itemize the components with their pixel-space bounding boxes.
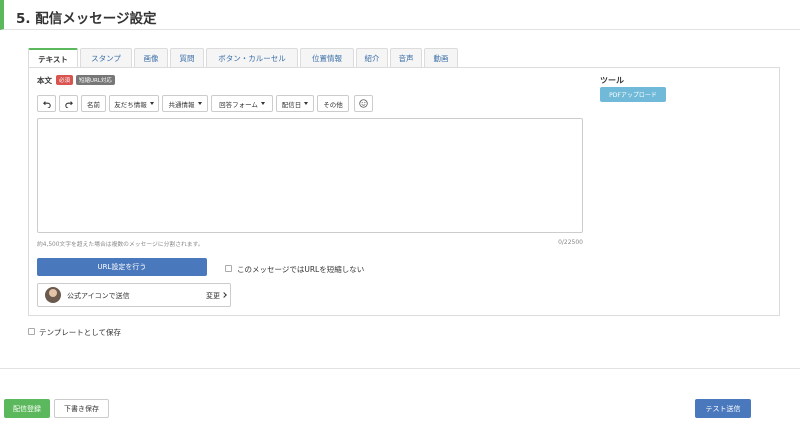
tab-image[interactable]: 画像 xyxy=(134,48,168,67)
save-draft-button[interactable]: 下書き保存 xyxy=(54,399,109,418)
redo-button[interactable] xyxy=(59,95,78,112)
caret-down-icon xyxy=(304,102,309,105)
caret-down-icon xyxy=(197,102,202,105)
message-body-textarea[interactable] xyxy=(37,118,583,233)
register-delivery-button[interactable]: 配信登録 xyxy=(4,399,50,418)
message-type-tabs: テキスト スタンプ 画像 質問 ボタン・カルーセル 位置情報 紹介 音声 動画 xyxy=(28,48,460,68)
other-button[interactable]: その他 xyxy=(317,95,349,112)
emoji-button[interactable] xyxy=(354,95,373,112)
sender-selector[interactable]: 公式アイコンで送信 変更 xyxy=(37,283,231,307)
insert-name-button[interactable]: 名前 xyxy=(81,95,106,112)
tab-text[interactable]: テキスト xyxy=(28,48,78,68)
body-label: 本文 xyxy=(37,76,52,85)
common-info-dropdown[interactable]: 共通情報 xyxy=(162,95,208,112)
tab-question[interactable]: 質問 xyxy=(170,48,204,67)
chevron-right-icon xyxy=(221,292,227,298)
tab-audio[interactable]: 音声 xyxy=(390,48,422,67)
tab-introduction[interactable]: 紹介 xyxy=(356,48,388,67)
section-header: 5. 配信メッセージ設定 xyxy=(0,0,800,30)
no-shorten-url-label: このメッセージではURLを短縮しない xyxy=(237,265,365,274)
smiley-icon xyxy=(359,99,368,108)
sender-label: 公式アイコンで送信 xyxy=(67,292,130,300)
caret-down-icon xyxy=(149,102,154,105)
section-title: 5. 配信メッセージ設定 xyxy=(16,11,157,27)
required-badge: 必須 xyxy=(56,75,74,85)
pdf-upload-button[interactable]: PDFアップロード xyxy=(600,87,666,102)
friend-info-dropdown[interactable]: 友だち情報 xyxy=(109,95,159,112)
tab-button-carousel[interactable]: ボタン・カルーセル xyxy=(206,48,298,67)
delivery-date-dropdown[interactable]: 配信日 xyxy=(276,95,314,112)
redo-icon xyxy=(64,100,73,108)
answer-form-dropdown[interactable]: 回答フォーム xyxy=(211,95,273,112)
divider xyxy=(0,368,800,369)
test-send-button[interactable]: テスト送信 xyxy=(695,399,751,418)
tab-video[interactable]: 動画 xyxy=(424,48,458,67)
friend-info-label: 友だち情報 xyxy=(114,100,147,109)
tools-heading: ツール xyxy=(600,76,624,85)
short-url-badge: 短縮URL対応 xyxy=(76,75,115,85)
split-message-note: 約4,500文字を超えた場合は複数のメッセージに分割されます。 xyxy=(37,242,204,248)
url-settings-button[interactable]: URL設定を行う xyxy=(37,258,207,276)
common-info-label: 共通情報 xyxy=(168,100,195,109)
save-as-template-checkbox[interactable] xyxy=(28,328,35,335)
no-shorten-url-checkbox[interactable] xyxy=(225,265,232,272)
tab-location[interactable]: 位置情報 xyxy=(300,48,354,67)
tab-stamp[interactable]: スタンプ xyxy=(80,48,132,67)
editor-toolbar: 名前 友だち情報 共通情報 回答フォーム 配信日 その他 xyxy=(37,95,376,112)
change-sender-label: 変更 xyxy=(206,292,220,300)
character-count: 0/22500 xyxy=(558,239,583,246)
caret-down-icon xyxy=(260,102,265,105)
delivery-date-label: 配信日 xyxy=(281,100,302,109)
avatar xyxy=(45,287,61,303)
save-as-template-label: テンプレートとして保存 xyxy=(39,328,122,337)
undo-icon xyxy=(42,100,51,108)
answer-form-label: 回答フォーム xyxy=(219,100,258,109)
undo-button[interactable] xyxy=(37,95,56,112)
